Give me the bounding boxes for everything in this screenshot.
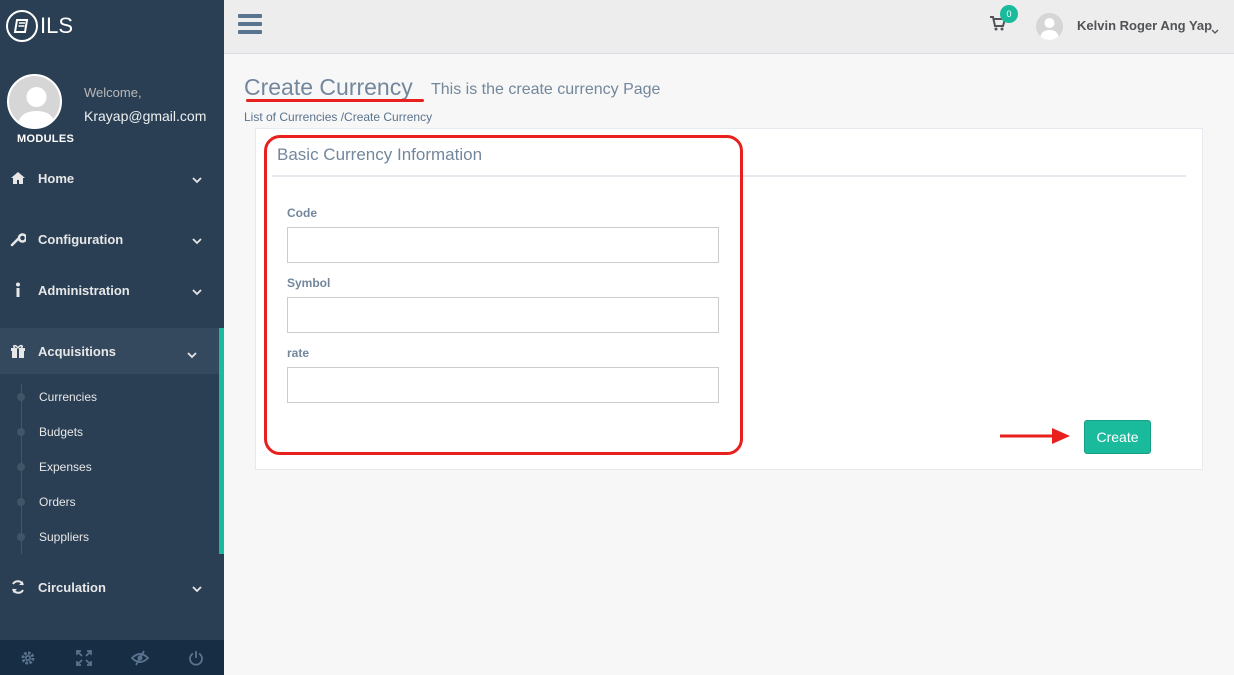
wrench-icon: [9, 230, 27, 248]
page-subtitle: This is the create currency Page: [431, 81, 661, 98]
chevron-down-icon: [192, 284, 202, 299]
sidebar-child-label: Budgets: [39, 425, 84, 439]
bullet-icon: [17, 498, 25, 506]
sidebar: ILS Welcome, Krayap@gmail.com MODULES Ho…: [0, 0, 224, 675]
brand-name: ILS: [40, 13, 74, 38]
brand[interactable]: ILS: [6, 9, 73, 43]
sidebar-item-label: Circulation: [38, 579, 106, 595]
sidebar-child-budgets[interactable]: Budgets: [0, 420, 219, 444]
menu-toggle-button[interactable]: [238, 14, 262, 34]
sidebar-child-currencies[interactable]: Currencies: [0, 385, 219, 409]
bullet-icon: [17, 533, 25, 541]
sidebar-item-home[interactable]: Home: [0, 158, 224, 198]
sidebar-child-label: Currencies: [39, 390, 98, 404]
sidebar-item-label: Acquisitions: [38, 343, 117, 359]
info-icon: [9, 281, 27, 299]
sidebar-child-expenses[interactable]: Expenses: [0, 455, 219, 479]
user-email: Krayap@gmail.com: [84, 108, 207, 124]
refresh-icon: [9, 578, 27, 596]
breadcrumb[interactable]: List of Currencies /Create Currency: [244, 110, 432, 124]
sidebar-item-administration[interactable]: Administration: [0, 270, 224, 310]
chevron-down-icon: [192, 172, 202, 187]
home-icon: [9, 169, 27, 187]
top-nav: 0 Kelvin Roger Ang Yap: [224, 0, 1234, 54]
eye-slash-icon[interactable]: [112, 640, 168, 675]
chevron-down-icon: [187, 347, 197, 362]
chevron-down-icon: [192, 581, 202, 596]
sidebar-child-orders[interactable]: Orders: [0, 490, 219, 514]
create-button[interactable]: Create: [1084, 420, 1151, 454]
hamburger-bar: [238, 22, 262, 26]
hamburger-bar: [238, 14, 262, 18]
chevron-down-icon[interactable]: [1211, 22, 1219, 40]
hamburger-bar: [238, 30, 262, 34]
sidebar-item-label: Administration: [38, 282, 130, 298]
cart-count-badge: 0: [1000, 5, 1018, 23]
section-title: MODULES: [17, 133, 75, 145]
avatar: [7, 74, 62, 129]
power-icon[interactable]: [168, 640, 224, 675]
gift-icon: [9, 342, 27, 360]
annotation-box: [264, 135, 743, 455]
sidebar-item-acquisitions[interactable]: Acquisitions: [0, 328, 224, 374]
sidebar-child-label: Orders: [39, 495, 76, 509]
fullscreen-icon[interactable]: [56, 640, 112, 675]
user-menu[interactable]: Kelvin Roger Ang Yap: [1077, 18, 1212, 33]
arrow-right-icon: [1000, 428, 1070, 444]
sidebar-item-circulation[interactable]: Circulation: [0, 567, 224, 607]
welcome-text: Welcome,: [84, 85, 142, 100]
bullet-icon: [17, 463, 25, 471]
sidebar-item-label: Home: [38, 170, 75, 186]
sidebar-footer: [0, 640, 224, 675]
chevron-down-icon: [192, 233, 202, 248]
page-title: Create Currency: [244, 74, 413, 100]
sidebar-child-label: Expenses: [39, 460, 92, 474]
title-annotation-underline: [246, 99, 424, 102]
book-logo-icon: [6, 10, 38, 42]
user-avatar[interactable]: [1036, 13, 1063, 40]
bullet-icon: [17, 428, 25, 436]
sidebar-item-configuration[interactable]: Configuration: [0, 219, 224, 259]
sidebar-child-suppliers[interactable]: Suppliers: [0, 525, 219, 549]
bullet-icon: [17, 393, 25, 401]
sidebar-item-label: Configuration: [38, 231, 124, 247]
settings-icon[interactable]: [0, 640, 56, 675]
sidebar-child-label: Suppliers: [39, 530, 90, 544]
